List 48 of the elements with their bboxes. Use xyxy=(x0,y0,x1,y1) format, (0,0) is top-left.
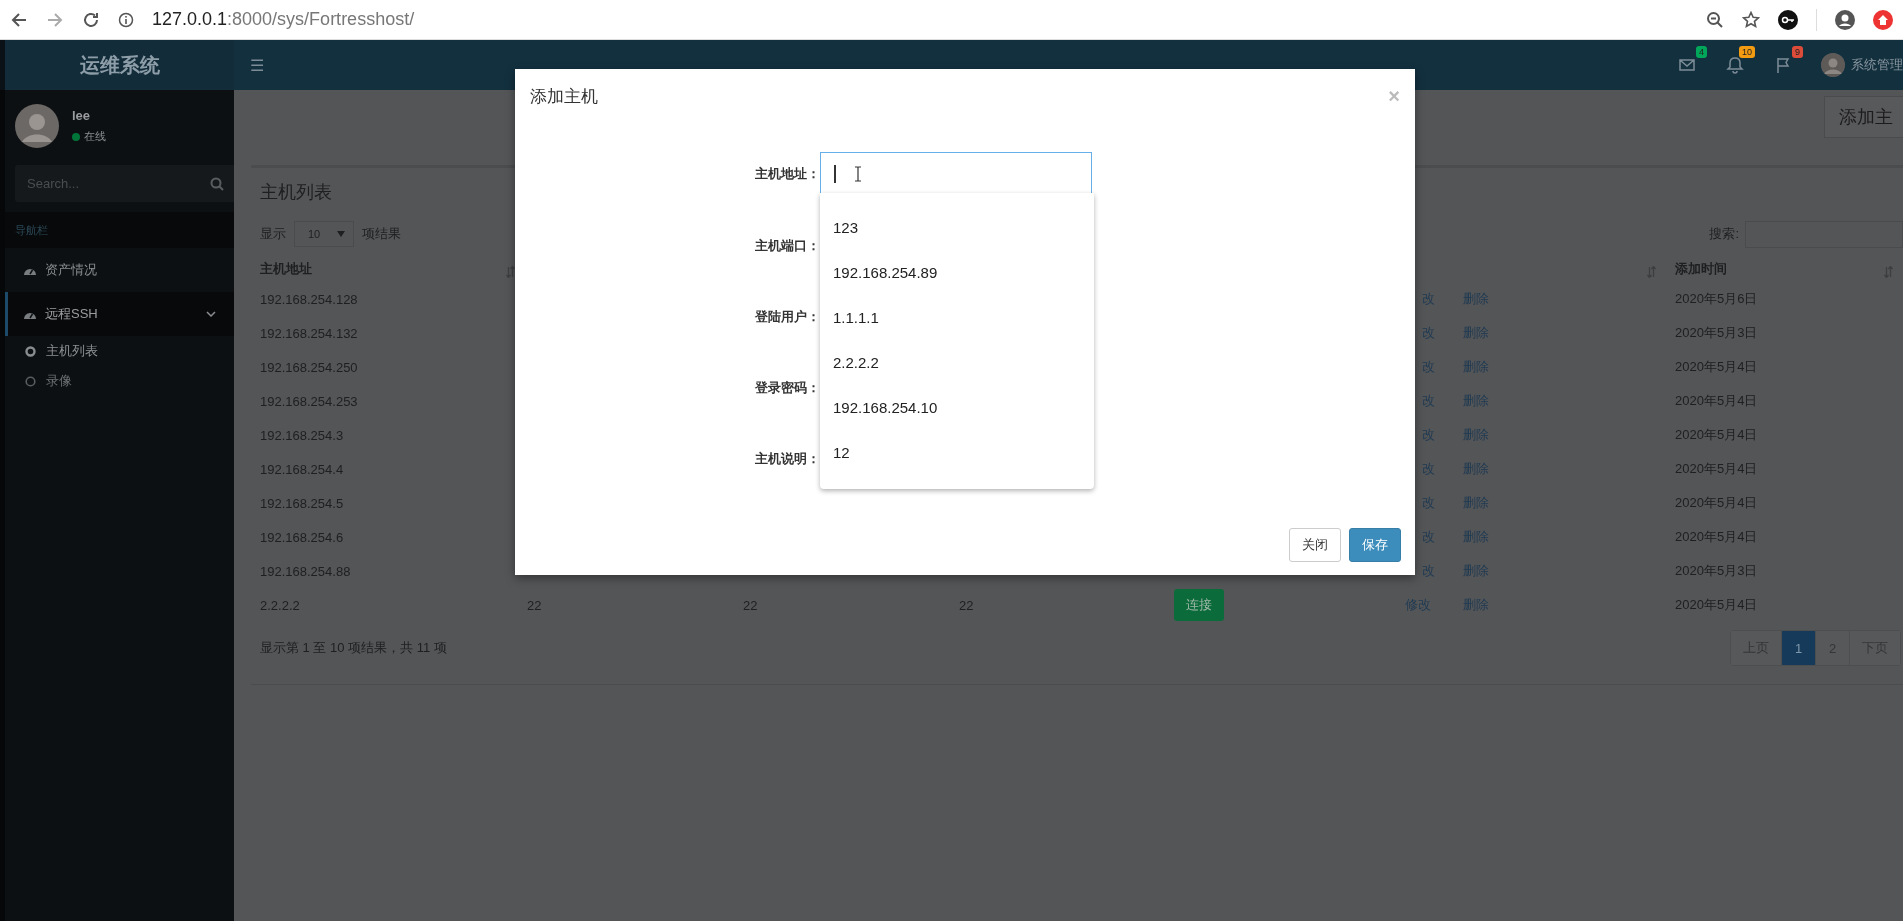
house-extension-icon[interactable] xyxy=(1873,9,1893,30)
user-name[interactable]: 系统管理 xyxy=(1851,56,1903,74)
text-cursor-icon xyxy=(853,166,862,182)
app-logo: 运维系统 xyxy=(0,40,234,90)
connect-button[interactable]: 连接 xyxy=(1174,589,1224,621)
sidebar-subitem[interactable]: 录像 xyxy=(5,366,234,396)
user-avatar xyxy=(15,104,59,148)
notification-count: 10 xyxy=(1739,46,1755,58)
field-label: 主机地址： xyxy=(754,165,820,183)
page-button[interactable]: 1 xyxy=(1781,631,1815,665)
sidebar-item[interactable]: 资产情况 xyxy=(5,248,234,292)
back-icon[interactable] xyxy=(10,10,28,29)
dialog-title: 添加主机 xyxy=(530,85,598,108)
star-icon[interactable] xyxy=(1742,10,1760,29)
bell-icon[interactable] xyxy=(1725,55,1745,75)
notification-count: 4 xyxy=(1696,46,1707,58)
suggestion-item[interactable]: 12 xyxy=(820,430,1094,475)
section-label: 导航栏 xyxy=(5,212,234,248)
circle-icon xyxy=(25,345,36,357)
user-name: lee xyxy=(72,108,92,123)
circle-icon xyxy=(25,375,36,387)
suggestion-item[interactable]: 123 xyxy=(820,205,1094,250)
user-avatar[interactable] xyxy=(1821,53,1845,77)
info-icon[interactable] xyxy=(118,11,134,28)
sidebar-item[interactable]: 远程SSH xyxy=(5,292,234,336)
notification-count: 9 xyxy=(1792,46,1803,58)
field-label: 登录密码： xyxy=(754,378,820,397)
zoom-out-icon[interactable] xyxy=(1706,10,1724,29)
field-label: 登陆用户： xyxy=(754,307,820,326)
suggestion-item[interactable]: 192.168.254.89 xyxy=(820,250,1094,295)
key-extension-icon[interactable] xyxy=(1778,9,1798,30)
suggestion-item[interactable]: 1.1.1.1 xyxy=(820,295,1094,340)
suggestion-item[interactable]: 192.168.254.10 xyxy=(820,385,1094,430)
reload-icon[interactable] xyxy=(82,10,100,29)
forward-icon[interactable] xyxy=(46,10,64,29)
caret-icon xyxy=(337,231,345,237)
close-button[interactable]: 关闭 xyxy=(1289,528,1341,562)
save-button[interactable]: 保存 xyxy=(1349,528,1401,562)
field-label: 主机说明： xyxy=(754,449,820,468)
suggestion-item[interactable]: 2.2.2.2 xyxy=(820,340,1094,385)
sidebar-subitem[interactable]: 主机列表 xyxy=(5,336,234,366)
profile-icon[interactable] xyxy=(1835,9,1855,30)
add-host-button[interactable]: 添加主 xyxy=(1824,96,1903,138)
field-label: 主机端口： xyxy=(754,236,820,255)
close-icon[interactable]: × xyxy=(1388,86,1400,106)
address-bar-url[interactable]: 127.0.0.1:8000/sys/Fortresshost/ xyxy=(152,9,415,30)
menu-icon[interactable]: ☰ xyxy=(246,51,269,79)
status-text: 在线 xyxy=(84,129,106,144)
